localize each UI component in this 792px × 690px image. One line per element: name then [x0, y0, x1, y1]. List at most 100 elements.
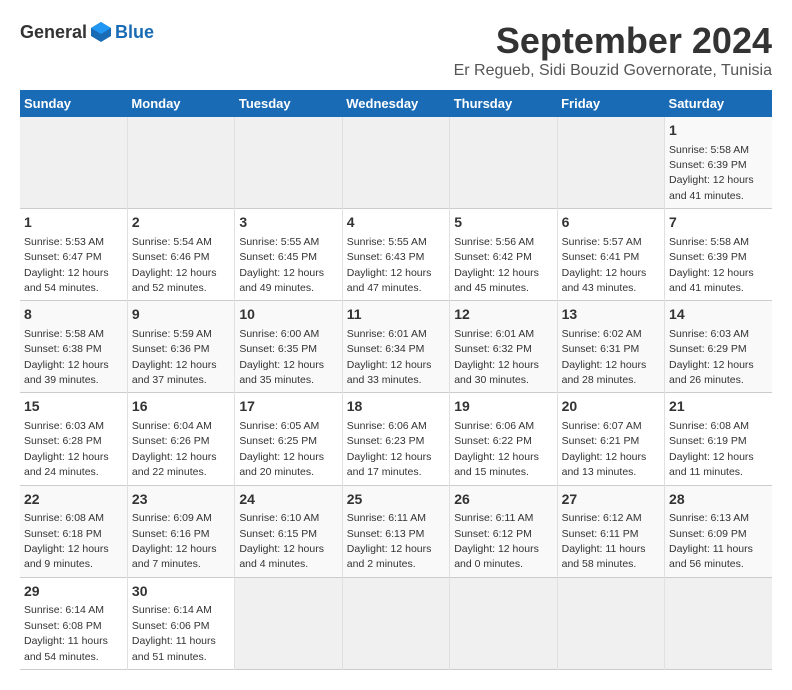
list-item: 21 Sunrise: 6:08 AMSunset: 6:19 PMDayligh… [665, 393, 772, 485]
day-number: 25 [347, 490, 445, 510]
location-subtitle: Er Regueb, Sidi Bouzid Governorate, Tuni… [454, 62, 772, 80]
table-row: 15Sunrise: 6:03 AMSunset: 6:28 PMDayligh… [20, 393, 772, 485]
list-item: 25Sunrise: 6:11 AMSunset: 6:13 PMDayligh… [342, 485, 449, 577]
list-item [127, 117, 234, 209]
col-saturday: Saturday [665, 90, 772, 117]
day-number: 5 [454, 213, 552, 233]
list-item [557, 577, 664, 669]
day-info: Sunrise: 6:11 AMSunset: 6:12 PMDaylight:… [454, 512, 539, 570]
day-number: 19 [454, 397, 552, 417]
day-number: 29 [24, 582, 123, 602]
list-item [20, 117, 127, 209]
logo-icon [89, 20, 113, 44]
day-number: 1 [24, 213, 123, 233]
day-info: Sunrise: 6:10 AMSunset: 6:15 PMDaylight:… [239, 512, 324, 570]
day-info: Sunrise: 5:53 AMSunset: 6:47 PMDaylight:… [24, 236, 109, 294]
table-row: 8Sunrise: 5:58 AMSunset: 6:38 PMDaylight… [20, 301, 772, 393]
list-item: 7 Sunrise: 5:58 AMSunset: 6:39 PMDaylight… [665, 209, 772, 301]
day-info: Sunrise: 6:08 AMSunset: 6:19 PMDaylight:… [669, 420, 754, 478]
day-number: 23 [132, 490, 230, 510]
logo-blue: Blue [115, 22, 154, 43]
list-item: 16 Sunrise: 6:04 AMSunset: 6:26 PMDayligh… [127, 393, 234, 485]
list-item: 28Sunrise: 6:13 AMSunset: 6:09 PMDayligh… [665, 485, 772, 577]
list-item: 9Sunrise: 5:59 AMSunset: 6:36 PMDaylight… [127, 301, 234, 393]
list-item: 8Sunrise: 5:58 AMSunset: 6:38 PMDaylight… [20, 301, 127, 393]
day-info: Sunrise: 5:55 AMSunset: 6:45 PMDaylight:… [239, 236, 324, 294]
list-item: 4Sunrise: 5:55 AMSunset: 6:43 PMDaylight… [342, 209, 449, 301]
list-item: 29Sunrise: 6:14 AMSunset: 6:08 PMDayligh… [20, 577, 127, 669]
col-tuesday: Tuesday [235, 90, 342, 117]
header-row: Sunday Monday Tuesday Wednesday Thursday… [20, 90, 772, 117]
list-item: 23Sunrise: 6:09 AMSunset: 6:16 PMDayligh… [127, 485, 234, 577]
day-number: 3 [239, 213, 337, 233]
list-item: 5Sunrise: 5:56 AMSunset: 6:42 PMDaylight… [450, 209, 557, 301]
day-info: Sunrise: 5:55 AMSunset: 6:43 PMDaylight:… [347, 236, 432, 294]
day-info: Sunrise: 6:03 AMSunset: 6:28 PMDaylight:… [24, 420, 109, 478]
day-info: Sunrise: 6:06 AMSunset: 6:22 PMDaylight:… [454, 420, 539, 478]
month-title: September 2024 [454, 20, 772, 62]
day-info: Sunrise: 6:11 AMSunset: 6:13 PMDaylight:… [347, 512, 432, 570]
col-sunday: Sunday [20, 90, 127, 117]
day-number: 28 [669, 490, 768, 510]
day-info: Sunrise: 6:01 AMSunset: 6:34 PMDaylight:… [347, 328, 432, 386]
day-number: 21 [669, 397, 768, 417]
calendar-table: Sunday Monday Tuesday Wednesday Thursday… [20, 90, 772, 670]
day-number: 26 [454, 490, 552, 510]
day-info: Sunrise: 6:14 AMSunset: 6:06 PMDaylight:… [132, 604, 216, 662]
list-item: 17 Sunrise: 6:05 AMSunset: 6:25 PMDayligh… [235, 393, 342, 485]
day-info: Sunrise: 5:58 AMSunset: 6:39 PMDaylight:… [669, 144, 754, 202]
list-item [235, 117, 342, 209]
day-number: 14 [669, 305, 768, 325]
table-row: 1 Sunrise: 5:53 AMSunset: 6:47 PMDaylight… [20, 209, 772, 301]
day-info: Sunrise: 5:58 AMSunset: 6:39 PMDaylight:… [669, 236, 754, 294]
day-info: Sunrise: 5:54 AMSunset: 6:46 PMDaylight:… [132, 236, 217, 294]
list-item: 30Sunrise: 6:14 AMSunset: 6:06 PMDayligh… [127, 577, 234, 669]
table-row: 1Sunrise: 5:58 AMSunset: 6:39 PMDaylight… [20, 117, 772, 209]
list-item: 3 Sunrise: 5:55 AMSunset: 6:45 PMDaylight… [235, 209, 342, 301]
list-item: 12 Sunrise: 6:01 AMSunset: 6:32 PMDayligh… [450, 301, 557, 393]
col-monday: Monday [127, 90, 234, 117]
list-item [665, 577, 772, 669]
day-info: Sunrise: 6:12 AMSunset: 6:11 PMDaylight:… [562, 512, 646, 570]
day-number: 30 [132, 582, 230, 602]
list-item: 24Sunrise: 6:10 AMSunset: 6:15 PMDayligh… [235, 485, 342, 577]
col-friday: Friday [557, 90, 664, 117]
list-item: 13 Sunrise: 6:02 AMSunset: 6:31 PMDayligh… [557, 301, 664, 393]
list-item: 10 Sunrise: 6:00 AMSunset: 6:35 PMDayligh… [235, 301, 342, 393]
day-number: 12 [454, 305, 552, 325]
day-number: 24 [239, 490, 337, 510]
logo: General Blue [20, 20, 154, 44]
list-item: 15Sunrise: 6:03 AMSunset: 6:28 PMDayligh… [20, 393, 127, 485]
day-number: 22 [24, 490, 123, 510]
list-item: 2 Sunrise: 5:54 AMSunset: 6:46 PMDaylight… [127, 209, 234, 301]
day-info: Sunrise: 6:09 AMSunset: 6:16 PMDaylight:… [132, 512, 217, 570]
page-header: General Blue September 2024 Er Regueb, S… [20, 20, 772, 80]
day-info: Sunrise: 6:07 AMSunset: 6:21 PMDaylight:… [562, 420, 647, 478]
list-item: 1Sunrise: 5:58 AMSunset: 6:39 PMDaylight… [665, 117, 772, 209]
day-info: Sunrise: 6:02 AMSunset: 6:31 PMDaylight:… [562, 328, 647, 386]
list-item: 18Sunrise: 6:06 AMSunset: 6:23 PMDayligh… [342, 393, 449, 485]
day-number: 20 [562, 397, 660, 417]
title-section: September 2024 Er Regueb, Sidi Bouzid Go… [454, 20, 772, 80]
day-info: Sunrise: 6:01 AMSunset: 6:32 PMDaylight:… [454, 328, 539, 386]
day-number: 10 [239, 305, 337, 325]
day-info: Sunrise: 6:14 AMSunset: 6:08 PMDaylight:… [24, 604, 108, 662]
day-number: 13 [562, 305, 660, 325]
list-item [557, 117, 664, 209]
table-row: 29Sunrise: 6:14 AMSunset: 6:08 PMDayligh… [20, 577, 772, 669]
list-item: 1 Sunrise: 5:53 AMSunset: 6:47 PMDaylight… [20, 209, 127, 301]
day-info: Sunrise: 6:06 AMSunset: 6:23 PMDaylight:… [347, 420, 432, 478]
day-info: Sunrise: 6:08 AMSunset: 6:18 PMDaylight:… [24, 512, 109, 570]
day-info: Sunrise: 6:00 AMSunset: 6:35 PMDaylight:… [239, 328, 324, 386]
day-info: Sunrise: 6:13 AMSunset: 6:09 PMDaylight:… [669, 512, 753, 570]
day-info: Sunrise: 6:05 AMSunset: 6:25 PMDaylight:… [239, 420, 324, 478]
day-number: 6 [562, 213, 660, 233]
day-number: 2 [132, 213, 230, 233]
day-number: 7 [669, 213, 768, 233]
list-item [235, 577, 342, 669]
day-number: 17 [239, 397, 337, 417]
list-item: 14Sunrise: 6:03 AMSunset: 6:29 PMDayligh… [665, 301, 772, 393]
day-info: Sunrise: 6:04 AMSunset: 6:26 PMDaylight:… [132, 420, 217, 478]
day-number: 16 [132, 397, 230, 417]
col-wednesday: Wednesday [342, 90, 449, 117]
